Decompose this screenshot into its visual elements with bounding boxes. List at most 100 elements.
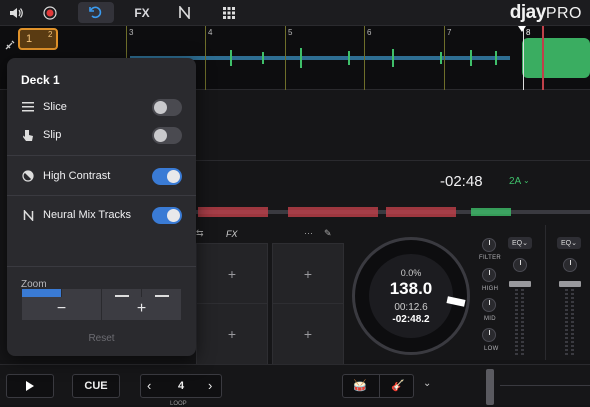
divider: [7, 266, 196, 267]
pad-plus-icon: +: [227, 326, 237, 342]
channel-fader-deck2[interactable]: [559, 281, 581, 287]
filter-label: FILTER: [479, 255, 502, 261]
chevron-down-icon[interactable]: ⌄: [423, 378, 431, 389]
eq-dropdown-label: EQ: [561, 239, 572, 247]
play-icon: [26, 381, 34, 391]
pads-fx-tab[interactable]: FX: [226, 229, 238, 239]
zoom-label: Zoom: [21, 279, 47, 290]
high-contrast-toggle[interactable]: [152, 167, 182, 185]
low-label: LOW: [484, 346, 499, 352]
crossfader-handle[interactable]: [486, 369, 494, 405]
beat-number: 6: [367, 28, 372, 37]
edit-pencil-icon[interactable]: ✎: [324, 228, 332, 239]
drum-icon[interactable]: 🥁: [353, 379, 367, 392]
remaining-time: -02:48: [440, 173, 483, 190]
level-meter: [521, 285, 524, 355]
beat-number: 4: [208, 28, 213, 37]
beat-number: 5: [288, 28, 293, 37]
pad-plus-icon: +: [303, 326, 313, 342]
pad-slot[interactable]: +: [196, 243, 268, 305]
beat-number: 3: [129, 28, 134, 37]
play-button[interactable]: [6, 374, 54, 398]
eq-dropdown-label: EQ: [512, 239, 523, 247]
sync-icon[interactable]: ⇆: [196, 228, 204, 239]
mid-label: MID: [484, 316, 496, 322]
loop-next-button[interactable]: ›: [208, 378, 212, 393]
grid-view-button[interactable]: [218, 2, 240, 23]
more-icon[interactable]: ···: [304, 228, 313, 238]
high-contrast-row[interactable]: High Contrast: [21, 166, 182, 186]
neural-mix-label: Neural Mix Tracks: [43, 209, 132, 221]
zoom-in-button[interactable]: +: [102, 297, 181, 320]
deck-waveform[interactable]: [196, 203, 590, 221]
jog-wheel[interactable]: 0.0% 138.0 00:12.6 -02:48.2: [352, 237, 470, 355]
speaker-icon: [10, 7, 23, 18]
neural-mix-row[interactable]: Neural Mix Tracks: [21, 205, 182, 225]
neural-mix-icon: [21, 209, 35, 221]
record-button[interactable]: [40, 2, 60, 23]
gain-knob-deck2[interactable]: [563, 258, 577, 272]
pad-slot[interactable]: +: [196, 303, 268, 365]
key-chevron-icon: ⌄: [523, 176, 530, 185]
grid-icon: [223, 6, 235, 19]
record-icon: [43, 5, 57, 20]
high-contrast-label: High Contrast: [43, 170, 111, 182]
neural-mix-toggle[interactable]: [152, 206, 182, 224]
top-toolbar: FX djayPRO: [0, 0, 590, 26]
pad-plus-icon: +: [303, 266, 313, 282]
divider: [7, 195, 196, 196]
divider: [7, 155, 196, 156]
eq-dropdown-deck2[interactable]: EQ ⌄: [557, 237, 581, 249]
key-display[interactable]: 2A: [509, 176, 521, 187]
slice-row[interactable]: Slice: [21, 97, 182, 117]
volume-button[interactable]: [6, 2, 26, 23]
deck-header: -02:48 2A ⌄: [196, 160, 590, 200]
beat-number: 7: [447, 28, 452, 37]
automix-button[interactable]: [78, 2, 114, 23]
level-meter: [515, 285, 518, 355]
slip-label: Slip: [43, 129, 62, 141]
pad-slot[interactable]: +: [272, 243, 344, 305]
mid-knob[interactable]: [482, 298, 496, 312]
slip-hand-icon: [21, 129, 35, 142]
slice-icon: [21, 102, 35, 112]
popover-title: Deck 1: [21, 73, 60, 87]
instrument-buttons: 🥁 🎸: [342, 374, 414, 398]
slip-row[interactable]: Slip: [21, 125, 182, 145]
pad-slot[interactable]: +: [272, 303, 344, 365]
playhead-marker: [518, 26, 526, 32]
loop-caption: LOOP: [170, 401, 187, 407]
slice-toggle[interactable]: [152, 98, 182, 116]
fx-tab[interactable]: FX: [130, 2, 154, 23]
contrast-icon: [21, 170, 35, 182]
gain-knob[interactable]: [513, 258, 527, 272]
app-logo: djayPRO: [509, 2, 582, 23]
loop-control: ‹ 4 ›: [140, 374, 222, 398]
eq-dropdown[interactable]: EQ ⌄: [508, 237, 532, 249]
high-knob[interactable]: [482, 268, 496, 282]
guitar-icon[interactable]: 🎸: [391, 379, 405, 392]
slice-label: Slice: [43, 101, 67, 113]
remaining-time-jog: -02:48.2: [392, 314, 430, 325]
level-meter: [571, 285, 574, 355]
transport-bar: CUE ‹ 4 › LOOP 🥁 🎸 ⌄: [0, 364, 590, 407]
crossfader-track: [500, 385, 590, 386]
pad-plus-icon: +: [227, 266, 237, 282]
level-meter: [565, 285, 568, 355]
zoom-out-button[interactable]: −: [22, 297, 101, 320]
pads-header: ⇆ FX ··· ✎: [196, 228, 346, 242]
neural-mix-button[interactable]: [172, 2, 196, 23]
high-label: HIGH: [482, 286, 499, 292]
slip-toggle[interactable]: [152, 126, 182, 144]
cue-button[interactable]: CUE: [72, 374, 120, 398]
pitch-display: 0.0%: [400, 268, 422, 278]
divider: [379, 375, 380, 397]
neural-mix-icon: [178, 6, 190, 19]
reset-button[interactable]: Reset: [7, 333, 196, 344]
beat-number: 8: [526, 28, 531, 37]
automix-icon: [89, 6, 102, 18]
low-knob[interactable]: [482, 328, 496, 342]
mixer-divider: [545, 225, 546, 360]
channel-fader[interactable]: [509, 281, 531, 287]
filter-knob[interactable]: [482, 238, 496, 252]
